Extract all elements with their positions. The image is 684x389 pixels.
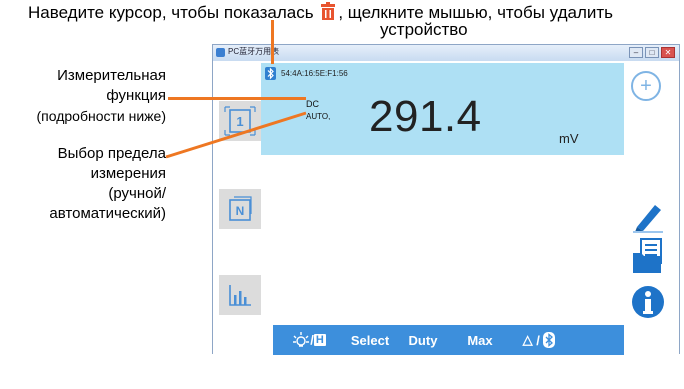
callout-line-range <box>165 111 307 159</box>
range-button[interactable]: Range <box>318 374 368 389</box>
